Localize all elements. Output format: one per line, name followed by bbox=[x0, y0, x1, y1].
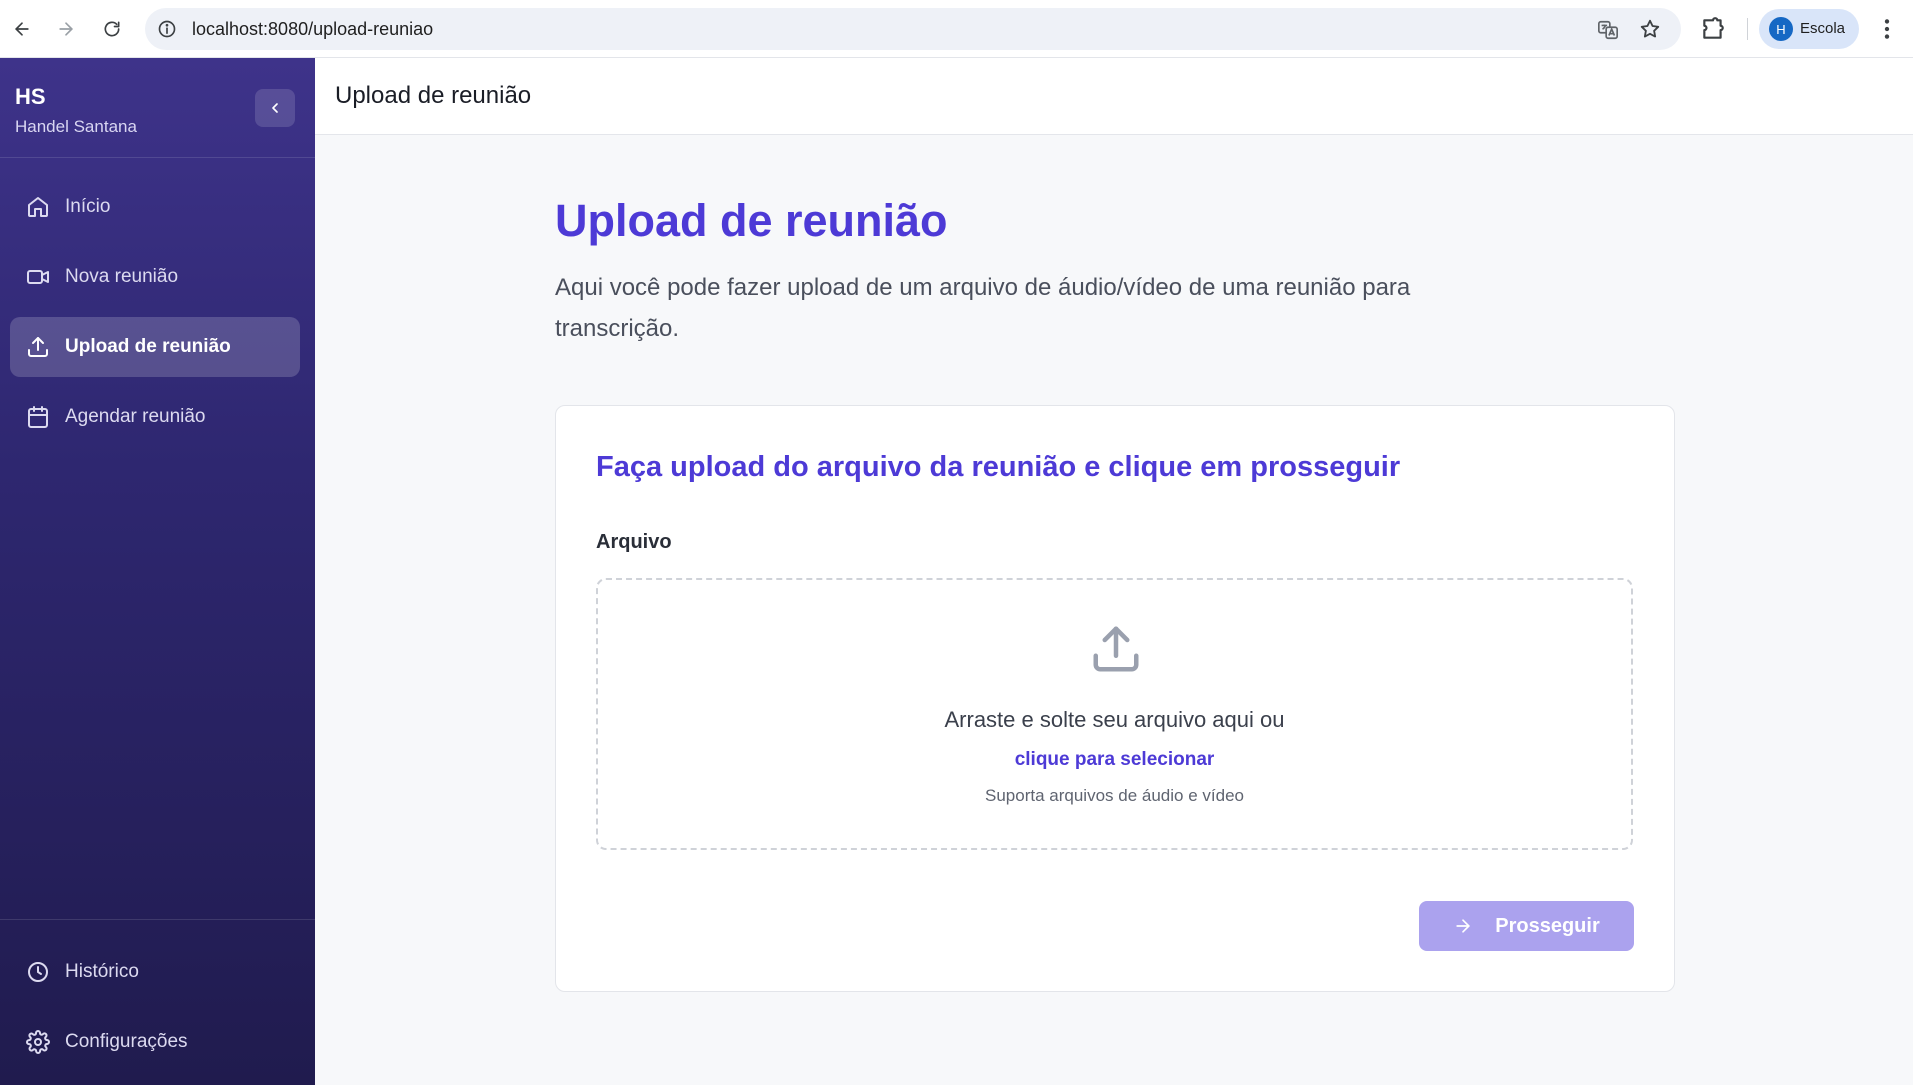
dropzone-instruction: Arraste e solte seu arquivo aqui ou bbox=[944, 707, 1285, 732]
reload-icon bbox=[104, 21, 120, 37]
translate-icon[interactable] bbox=[1597, 19, 1619, 41]
sidebar-item-nova-reuniao[interactable]: Nova reunião bbox=[10, 247, 300, 307]
arrow-right-icon bbox=[59, 22, 73, 36]
toolbar-divider bbox=[1747, 18, 1748, 40]
site-info-icon[interactable] bbox=[157, 19, 177, 39]
user-name: Handel Santana bbox=[15, 117, 137, 136]
avatar: H bbox=[1769, 17, 1793, 41]
proceed-button[interactable]: Prosseguir bbox=[1419, 901, 1634, 951]
sidebar-item-configuracoes[interactable]: Configurações bbox=[10, 1012, 300, 1072]
header-title: Upload de reunião bbox=[335, 82, 532, 109]
sidebar-header: HS Handel Santana bbox=[0, 58, 315, 158]
profile-name: Escola bbox=[1800, 20, 1846, 37]
collapse-sidebar-button[interactable] bbox=[255, 89, 295, 127]
sidebar-item-inicio[interactable]: Início bbox=[10, 177, 300, 237]
user-initials: HS bbox=[15, 84, 46, 109]
video-icon bbox=[27, 270, 49, 284]
sidebar-item-label: Nova reunião bbox=[65, 266, 179, 287]
page-description: Aqui você pode fazer upload de um arquiv… bbox=[555, 274, 1411, 342]
extensions-icon[interactable] bbox=[1700, 16, 1726, 42]
sidebar-item-agendar-reuniao[interactable]: Agendar reunião bbox=[10, 387, 300, 447]
arrow-left-icon bbox=[15, 22, 29, 36]
page-title: Upload de reunião bbox=[555, 195, 948, 246]
sidebar-footer: Histórico Configurações bbox=[0, 919, 315, 1085]
reload-button[interactable] bbox=[96, 13, 128, 45]
sidebar-item-label: Configurações bbox=[65, 1031, 188, 1052]
sidebar-item-label: Upload de reunião bbox=[65, 336, 231, 357]
upload-icon bbox=[28, 337, 48, 357]
app-header: Upload de reunião bbox=[315, 58, 1913, 135]
upload-icon bbox=[1093, 626, 1139, 672]
sidebar-item-historico[interactable]: Histórico bbox=[10, 942, 300, 1002]
bookmark-star-icon[interactable] bbox=[1639, 18, 1661, 40]
gear-icon bbox=[26, 1030, 50, 1054]
sidebar-item-upload-de-reuniao[interactable]: Upload de reunião bbox=[10, 317, 300, 377]
chevron-left-icon bbox=[272, 103, 278, 113]
sidebar-nav: Início Nova reunião Upload de reunião Ag… bbox=[10, 177, 300, 457]
address-bar[interactable]: localhost:8080/upload-reuniao bbox=[145, 8, 1681, 50]
file-field-label: Arquivo bbox=[596, 531, 672, 553]
sidebar-item-label: Histórico bbox=[65, 961, 139, 982]
sidebar: HS Handel Santana Início Nova reunião Up… bbox=[0, 58, 315, 1085]
dropzone-hint: Suporta arquivos de áudio e vídeo bbox=[985, 786, 1244, 805]
url-text[interactable]: localhost:8080/upload-reuniao bbox=[192, 19, 433, 40]
more-vert-icon[interactable] bbox=[1874, 16, 1900, 42]
forward-button[interactable] bbox=[50, 13, 82, 45]
profile-button[interactable]: H Escola bbox=[1759, 9, 1859, 49]
file-dropzone[interactable]: Arraste e solte seu arquivo aqui ou cliq… bbox=[596, 578, 1633, 850]
arrow-right-icon bbox=[1456, 919, 1470, 933]
back-button[interactable] bbox=[6, 13, 38, 45]
calendar-icon bbox=[28, 406, 48, 428]
upload-card: Faça upload do arquivo da reunião e cliq… bbox=[555, 405, 1675, 992]
sidebar-item-label: Início bbox=[65, 196, 111, 217]
card-title: Faça upload do arquivo da reunião e cliq… bbox=[596, 451, 1401, 483]
clock-icon bbox=[28, 962, 48, 982]
sidebar-item-label: Agendar reunião bbox=[65, 406, 206, 427]
select-file-link[interactable]: clique para selecionar bbox=[598, 749, 1631, 771]
home-icon bbox=[28, 197, 48, 217]
browser-toolbar: localhost:8080/upload-reuniao H Escola bbox=[0, 0, 1913, 58]
proceed-button-label: Prosseguir bbox=[1495, 914, 1600, 937]
